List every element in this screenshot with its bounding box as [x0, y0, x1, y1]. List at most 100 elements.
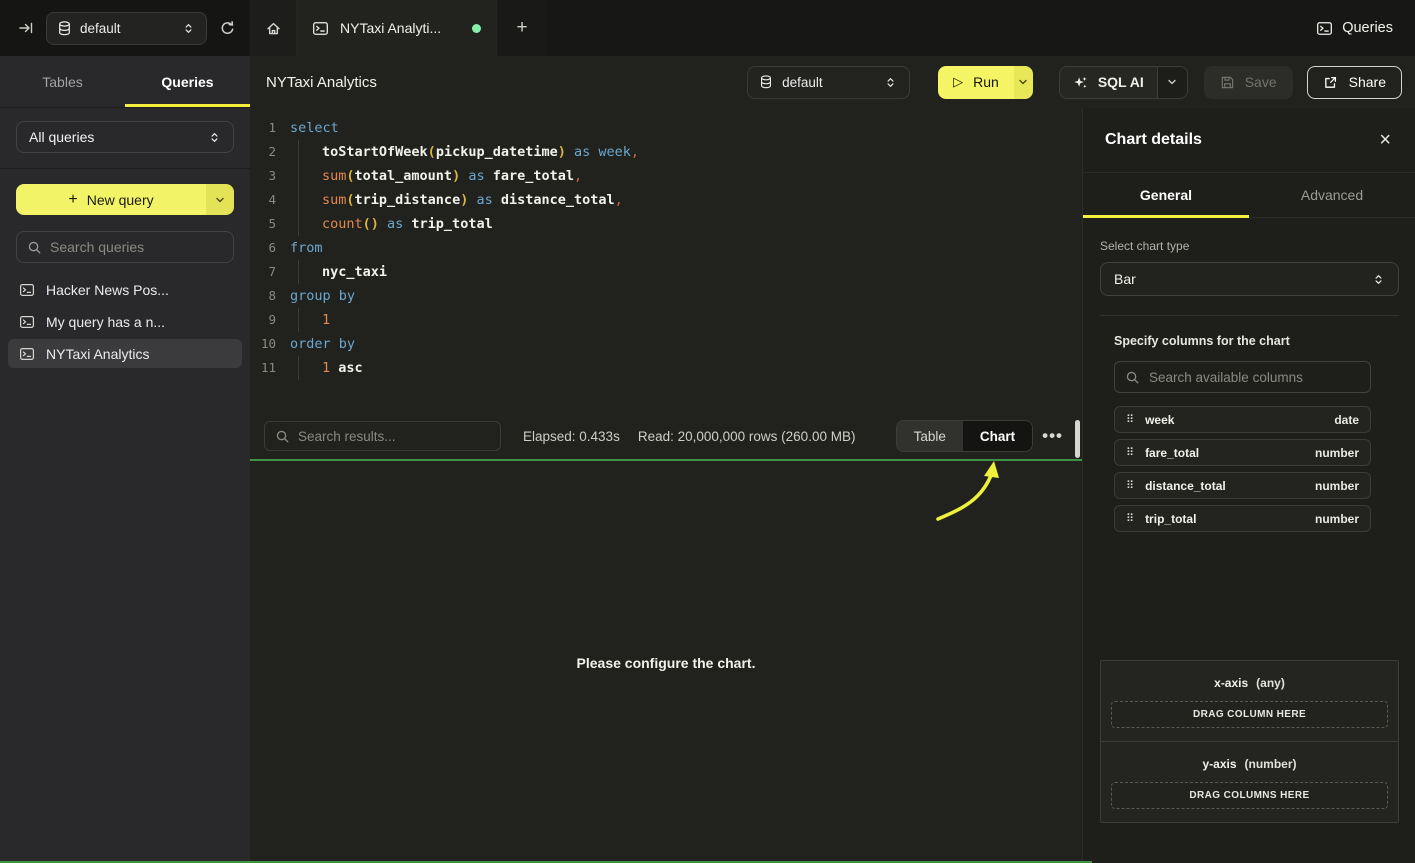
query-search-input[interactable]: [50, 239, 223, 255]
toolbar-database-selector[interactable]: default: [747, 66, 910, 99]
chevron-down-icon: [1017, 76, 1029, 88]
line-number: 7: [250, 260, 276, 284]
sql-ai-label: SQL AI: [1098, 74, 1144, 90]
chart-view-button[interactable]: Chart: [963, 421, 1032, 451]
query-item-label: NYTaxi Analytics: [46, 346, 149, 362]
columns-block: Specify columns for the chart ⠿weekdate⠿…: [1114, 334, 1371, 532]
query-filter-select[interactable]: All queries: [16, 121, 234, 153]
drag-handle-icon[interactable]: ⠿: [1126, 512, 1134, 525]
code-line: 7nyc_taxi: [250, 260, 1082, 284]
queries-button[interactable]: Queries: [1316, 20, 1393, 37]
new-query-dropdown-button[interactable]: [206, 184, 234, 215]
main-area: 1select2toStartOfWeek(pickup_datetime) a…: [250, 108, 1082, 863]
tab-general[interactable]: General: [1083, 173, 1249, 217]
new-query-label: New query: [87, 192, 154, 208]
x-axis-section: x-axis(any) DRAG COLUMN HERE: [1101, 661, 1398, 741]
code-line: 3sum(total_amount) as fare_total,: [250, 164, 1082, 188]
terminal-icon: [19, 346, 35, 362]
query-search-box: [16, 231, 234, 263]
sidebar-tab-tables[interactable]: Tables: [0, 56, 125, 107]
line-number: 4: [250, 188, 276, 212]
drag-handle-icon[interactable]: ⠿: [1126, 413, 1134, 426]
query-list-item[interactable]: My query has a n...: [8, 307, 242, 336]
more-options-icon[interactable]: •••: [1037, 426, 1068, 446]
right-region: NYTaxi Analytics default ▷ Run: [250, 56, 1415, 863]
indent-guide: [298, 188, 322, 212]
code-lines: 1select2toStartOfWeek(pickup_datetime) a…: [250, 116, 1082, 380]
x-axis-dropzone[interactable]: DRAG COLUMN HERE: [1111, 701, 1388, 728]
results-search-box: [264, 421, 501, 451]
panel-title: Chart details: [1105, 131, 1202, 149]
columns-section-label: Specify columns for the chart: [1114, 334, 1371, 348]
query-list-item[interactable]: Hacker News Pos...: [8, 275, 242, 304]
query-toolbar: NYTaxi Analytics default ▷ Run: [250, 56, 1415, 108]
chart-type-select[interactable]: Bar: [1100, 262, 1399, 296]
run-dropdown-button[interactable]: [1014, 66, 1033, 99]
chevrons-updown-icon: [182, 21, 195, 36]
home-icon: [265, 20, 282, 37]
column-type: date: [1334, 413, 1359, 427]
chart-empty-message: Please configure the chart.: [250, 655, 1082, 671]
y-axis-dropzone[interactable]: DRAG COLUMNS HERE: [1111, 782, 1388, 809]
results-search-input[interactable]: [298, 429, 490, 444]
column-pill[interactable]: ⠿distance_totalnumber: [1114, 472, 1371, 499]
tab-title: NYTaxi Analyti...: [340, 20, 441, 36]
terminal-icon: [19, 282, 35, 298]
panel-header: Chart details ×: [1083, 108, 1415, 172]
drag-handle-icon[interactable]: ⠿: [1126, 446, 1134, 459]
tab-advanced[interactable]: Advanced: [1249, 173, 1415, 217]
terminal-icon: [1316, 20, 1333, 37]
indent-guide: [298, 308, 322, 332]
column-pill[interactable]: ⠿trip_totalnumber: [1114, 505, 1371, 532]
chevrons-updown-icon: [208, 130, 221, 145]
sidebar-tab-tables-label: Tables: [42, 74, 82, 90]
query-list-item[interactable]: NYTaxi Analytics: [8, 339, 242, 368]
drag-handle-icon[interactable]: ⠿: [1126, 479, 1134, 492]
code-line: 5count() as trip_total: [250, 212, 1082, 236]
line-number: 3: [250, 164, 276, 188]
new-query-button[interactable]: + New query: [16, 184, 206, 215]
search-icon: [27, 240, 42, 255]
save-button[interactable]: Save: [1204, 66, 1293, 99]
chart-type-label: Select chart type: [1100, 239, 1399, 253]
indent-guide: [298, 356, 322, 380]
refresh-icon[interactable]: [219, 20, 236, 37]
share-button[interactable]: Share: [1307, 66, 1402, 99]
indent-guide: [298, 164, 322, 188]
y-axis-constraint: (number): [1245, 757, 1297, 771]
scrollbar-thumb[interactable]: [1075, 420, 1080, 458]
chevron-down-icon: [214, 194, 226, 206]
column-pill[interactable]: ⠿weekdate: [1114, 406, 1371, 433]
sql-console-app: default NYTaxi Analyti...: [0, 0, 1415, 863]
new-tab-button[interactable]: +: [497, 0, 547, 56]
chart-details-panel: Chart details × General Advanced Select …: [1082, 108, 1415, 863]
run-button-group: ▷ Run: [938, 66, 1033, 99]
run-button[interactable]: ▷ Run: [938, 66, 1014, 99]
run-button-label: Run: [973, 74, 999, 90]
table-view-button[interactable]: Table: [897, 421, 963, 451]
column-pill[interactable]: ⠿fare_totalnumber: [1114, 439, 1371, 466]
topbar-database-selector[interactable]: default: [46, 12, 207, 45]
sql-ai-button[interactable]: SQL AI: [1060, 67, 1157, 98]
sidebar-tab-queries[interactable]: Queries: [125, 56, 250, 107]
chart-type-value: Bar: [1114, 271, 1136, 287]
terminal-icon: [19, 314, 35, 330]
line-number: 8: [250, 284, 276, 308]
code-line: 10order by: [250, 332, 1082, 356]
home-tab[interactable]: [250, 0, 297, 56]
table-view-label: Table: [914, 429, 946, 444]
line-number: 9: [250, 308, 276, 332]
results-view-toggle: Table Chart: [896, 420, 1034, 452]
code-line: 6from: [250, 236, 1082, 260]
sql-ai-dropdown-button[interactable]: [1157, 67, 1187, 98]
save-button-label: Save: [1245, 74, 1277, 90]
columns-search-input[interactable]: [1149, 370, 1360, 385]
column-type: number: [1315, 512, 1359, 526]
panel-body: Select chart type Bar Specify columns fo…: [1083, 218, 1415, 863]
collapse-sidebar-icon[interactable]: [18, 20, 34, 36]
query-tab-nytaxi[interactable]: NYTaxi Analyti...: [297, 0, 497, 56]
sql-editor[interactable]: 1select2toStartOfWeek(pickup_datetime) a…: [250, 108, 1082, 413]
new-query-button-group: + New query: [16, 184, 234, 215]
close-icon[interactable]: ×: [1379, 130, 1391, 150]
column-type: number: [1315, 446, 1359, 460]
